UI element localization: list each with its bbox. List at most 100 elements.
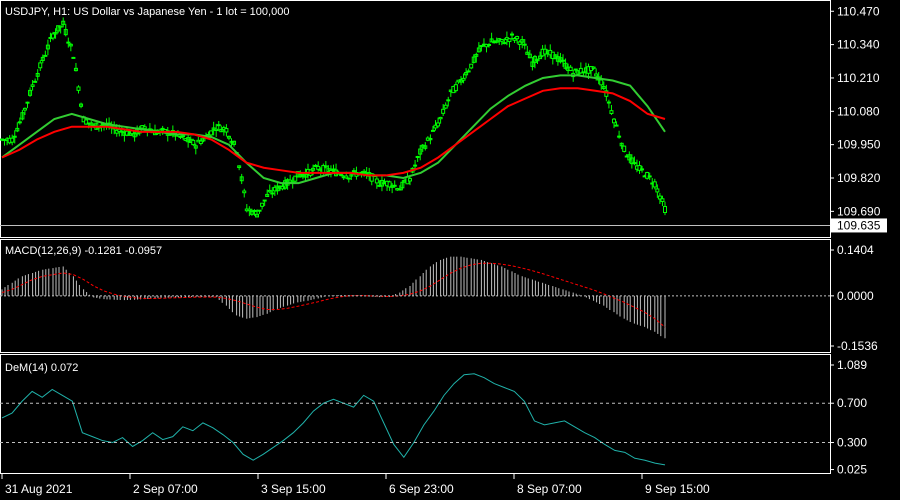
candle-body — [374, 178, 379, 184]
candle-body — [617, 135, 622, 138]
candle-body — [10, 137, 15, 143]
dem-panel-frame — [0, 354, 831, 474]
candle-body — [262, 199, 267, 202]
candle-body — [242, 190, 247, 194]
candle-body — [453, 84, 458, 92]
candle-body — [599, 79, 604, 86]
price-tick-label: 110.470 — [837, 4, 880, 18]
trading-chart[interactable]: 110.470 110.340 110.210 110.080 109.950 109.8… — [0, 0, 900, 500]
candle-body — [181, 135, 186, 138]
candle-body — [568, 66, 573, 72]
candle-body — [30, 84, 35, 87]
candle-body — [479, 45, 484, 48]
candle-body — [339, 174, 344, 177]
price-axis: 110.470 110.340 110.210 110.080 109.950 109.8… — [830, 4, 887, 233]
price-tick-label: 109.690 — [837, 204, 881, 218]
macd-axis: 0.1404 0.0000 -0.1536 — [0, 243, 878, 353]
dem-tick-label: 0.025 — [837, 463, 867, 477]
candle-body — [660, 198, 665, 202]
candle-body — [469, 63, 474, 69]
candle-body — [198, 140, 203, 144]
candle-body — [591, 66, 596, 69]
dem-tick-label: 0.300 — [837, 436, 867, 450]
candle-body — [71, 56, 76, 59]
candle-body — [408, 178, 412, 182]
price-tick-label: 110.210 — [837, 71, 880, 85]
time-tick-label: 8 Sep 07:00 — [517, 482, 582, 496]
candle-body — [413, 164, 418, 167]
dem-tick-label: 1.089 — [837, 358, 867, 372]
candle-body — [214, 128, 219, 132]
candle-body — [12, 135, 17, 138]
candle-body — [522, 43, 527, 46]
price-tick-label: 109.820 — [837, 171, 881, 185]
candle-body — [58, 25, 63, 28]
current-price-label: 109.635 — [837, 218, 881, 232]
candle-body — [622, 145, 627, 152]
candle-body — [499, 38, 504, 42]
candle-body — [655, 188, 660, 193]
candle-body — [209, 130, 214, 136]
candle-body — [487, 43, 492, 46]
candle-body — [515, 36, 520, 40]
demarker-series — [1, 373, 666, 466]
macd-tick-label: 0.0000 — [837, 289, 874, 303]
candle-body — [632, 162, 637, 165]
candle-body — [247, 208, 252, 212]
candle-body — [224, 128, 229, 133]
dem-tick-label: 0.700 — [837, 396, 867, 410]
dem-panel-title: DeM(14) 0.072 — [5, 362, 78, 374]
price-tick-label: 110.340 — [837, 38, 880, 52]
candle-body — [25, 101, 30, 104]
time-tick-label: 2 Sep 07:00 — [133, 482, 198, 496]
candle-body — [142, 126, 147, 130]
candle-body — [76, 86, 81, 91]
dem-axis: 1.089 0.700 0.300 0.025 — [0, 358, 867, 477]
candle-body — [507, 38, 512, 43]
candle-body — [260, 202, 265, 207]
candle-body — [640, 168, 645, 171]
candle-body — [270, 192, 275, 195]
candle-body — [216, 124, 221, 127]
candle-body — [22, 107, 27, 111]
candle-body — [191, 139, 196, 146]
candle-body — [267, 189, 272, 193]
price-candles — [0, 17, 830, 226]
time-tick-label: 6 Sep 23:00 — [389, 482, 454, 496]
candle-body — [346, 177, 351, 180]
candle-body — [573, 68, 578, 71]
candle-body — [461, 77, 466, 81]
candle-body — [647, 175, 652, 178]
candle-body — [38, 62, 43, 69]
candle-body — [415, 155, 420, 158]
candle-body — [614, 124, 619, 127]
candle-body — [436, 122, 441, 127]
candle-body — [430, 129, 435, 132]
candle-body — [257, 209, 262, 212]
candle-body — [609, 110, 614, 114]
candle-body — [438, 116, 443, 120]
candle-body — [466, 70, 471, 73]
demarker-line — [1, 373, 666, 466]
candle-body — [252, 209, 257, 212]
candle-body — [51, 33, 55, 39]
candle-body — [612, 118, 616, 124]
candle-body — [594, 73, 599, 77]
time-tick-label: 3 Sep 15:00 — [261, 482, 326, 496]
candle-body — [510, 33, 514, 36]
time-axis: 31 Aug 2021 2 Sep 07:00 3 Sep 15:00 6 Sep 2… — [1, 474, 710, 496]
price-tick-label: 109.950 — [837, 138, 881, 152]
price-panel-frame — [0, 0, 831, 238]
candle-body — [561, 59, 565, 62]
price-panel-title: USDJPY, H1: US Dollar vs Japanese Yen - … — [5, 6, 289, 18]
candle-body — [397, 188, 402, 191]
candle-body — [443, 104, 448, 109]
macd-histogram — [1, 256, 666, 339]
macd-tick-label: -0.1536 — [837, 339, 878, 353]
candle-body — [119, 130, 124, 133]
candle-body — [441, 108, 446, 114]
candle-body — [392, 184, 397, 187]
candle-body — [502, 42, 507, 45]
time-tick-label: 9 Sep 15:00 — [645, 482, 710, 496]
time-tick-label: 31 Aug 2021 — [5, 482, 73, 496]
